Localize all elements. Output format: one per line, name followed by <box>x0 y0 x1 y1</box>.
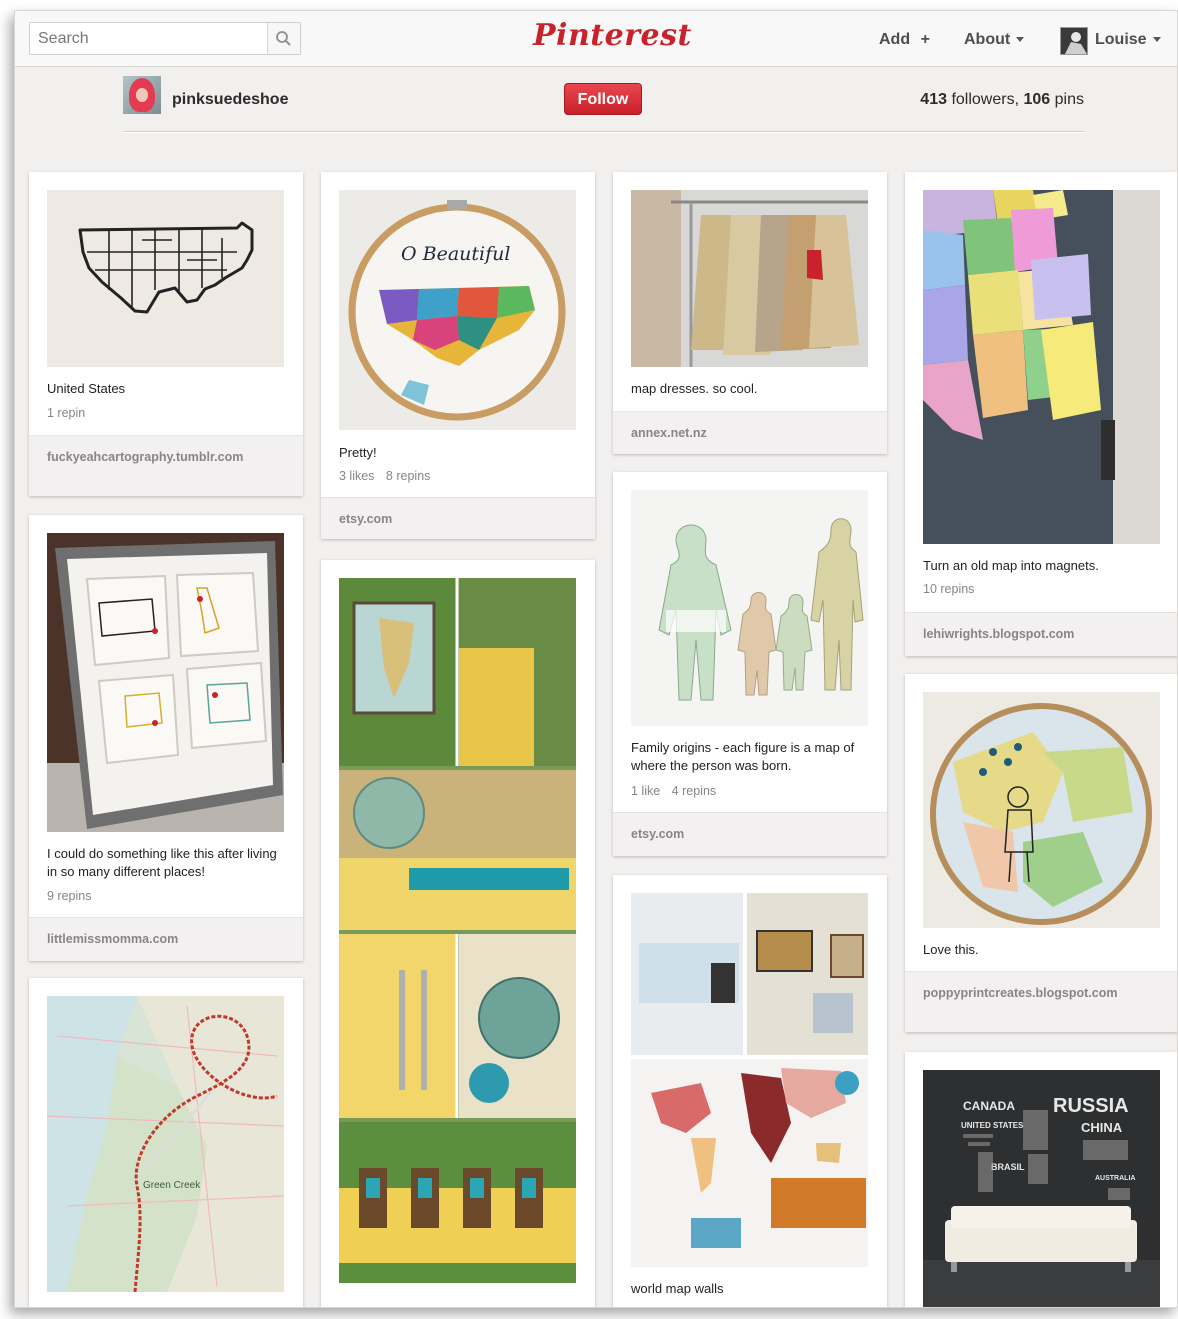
like-count: 1 like <box>631 784 661 798</box>
about-label: About <box>964 31 1011 48</box>
pin-source-link[interactable]: etsy.com <box>321 497 595 539</box>
pin-stats: 3 likes 8 repins <box>339 469 438 483</box>
pin-description: Love this. <box>923 942 979 957</box>
embroidery-text: O Beautiful <box>401 243 510 265</box>
pin-card[interactable]: Family origins - each figure is a map of… <box>613 472 887 856</box>
map-label-text: Green Creek <box>143 1180 201 1191</box>
pin-source-link[interactable]: littlemissmomma.com <box>29 917 303 961</box>
plus-icon: + <box>920 31 930 48</box>
pin-source-link[interactable]: etsy.com <box>613 812 887 856</box>
avatar-silhouette-icon <box>1061 28 1087 54</box>
pin-card[interactable]: Turn an old map into magnets. 10 repins … <box>905 172 1177 656</box>
pin-image-us-outline[interactable] <box>47 190 284 367</box>
pin-image-map-dresses[interactable] <box>631 190 868 367</box>
about-menu[interactable]: About <box>964 31 1025 49</box>
pin-image-framed-states[interactable] <box>47 533 284 832</box>
pin-card[interactable]: Love this. poppyprintcreates.blogspot.co… <box>905 674 1177 1032</box>
pin-description: Turn an old map into magnets. <box>923 558 1099 573</box>
pinterest-logo[interactable]: Pinterest <box>533 18 692 53</box>
pin-image-family-figures[interactable] <box>631 490 868 726</box>
wall-word: RUSSIA <box>1053 1095 1129 1117</box>
pin-card[interactable]: O Beautiful Pretty! 3 likes 8 repins ets… <box>321 172 595 539</box>
follow-button[interactable]: Follow <box>564 83 642 115</box>
browser-frame: Pinterest Add + About Louise pinksuedesh… <box>14 10 1178 1308</box>
pin-description: I could do something like this after liv… <box>47 846 277 879</box>
user-name: Louise <box>1095 31 1147 48</box>
pin-image-embroidery-hoop[interactable]: O Beautiful <box>339 190 576 430</box>
pin-card[interactable] <box>321 560 595 1307</box>
pin-stats: 10 repins <box>923 582 982 596</box>
pin-description: map dresses. so cool. <box>631 381 758 396</box>
pins-label: pins <box>1054 91 1084 108</box>
pin-description: United States <box>47 381 126 396</box>
repin-count: 4 repins <box>671 784 717 798</box>
search-box <box>29 22 301 55</box>
pin-card[interactable]: RUSSIA CANADA CHINA UNITED STATES BRASIL… <box>905 1052 1177 1307</box>
profile-avatar[interactable] <box>123 76 161 114</box>
pin-card[interactable]: I could do something like this after liv… <box>29 515 303 961</box>
add-menu[interactable]: Add + <box>879 31 930 49</box>
repin-count: 9 repins <box>47 889 92 903</box>
repin-count: 10 repins <box>923 582 975 596</box>
profile-divider <box>123 131 1085 133</box>
wall-word: AUSTRALIA <box>1095 1175 1135 1182</box>
pin-card[interactable]: map dresses. so cool. annex.net.nz <box>613 172 887 454</box>
pin-card[interactable]: United States 1 repin fuckyeahcartograph… <box>29 172 303 496</box>
user-menu[interactable]: Louise <box>1095 31 1161 49</box>
profile-bar: pinksuedeshoe Follow 413 followers, 106 … <box>15 67 1177 131</box>
search-input[interactable] <box>30 23 268 54</box>
pin-description: Family origins - each figure is a map of… <box>631 740 855 773</box>
pin-source-link[interactable]: poppyprintcreates.blogspot.com <box>905 971 1177 1032</box>
chevron-down-icon <box>1016 37 1025 43</box>
user-avatar[interactable] <box>1060 27 1088 55</box>
search-button[interactable] <box>267 23 300 54</box>
followers-count: 413 <box>920 91 947 108</box>
profile-stats: 413 followers, 106 pins <box>920 91 1084 109</box>
chevron-down-icon <box>1152 37 1161 43</box>
pin-stats: 1 like 4 repins <box>631 784 724 798</box>
wall-word: BRASIL <box>991 1162 1025 1172</box>
pin-source-link[interactable]: lehiwrights.blogspot.com <box>905 612 1177 656</box>
pin-stats: 9 repins <box>47 889 99 903</box>
pin-image-map-table-collage[interactable] <box>339 578 576 1283</box>
pin-card[interactable]: Green Creek <box>29 978 303 1307</box>
followers-label: followers, <box>951 91 1020 108</box>
profile-username[interactable]: pinksuedeshoe <box>172 91 288 109</box>
pin-source-link[interactable]: fuckyeahcartography.tumblr.com <box>29 435 303 496</box>
pin-image-map-magnets[interactable] <box>923 190 1160 544</box>
search-icon <box>276 31 291 46</box>
repin-count: 1 repin <box>47 406 86 420</box>
pin-stats: 1 repin <box>47 406 93 420</box>
like-count: 3 likes <box>339 469 375 483</box>
pin-description: Pretty! <box>339 445 377 460</box>
pin-card[interactable]: world map walls <box>613 875 887 1307</box>
pin-image-typographic-world-map[interactable]: RUSSIA CANADA CHINA UNITED STATES BRASIL… <box>923 1070 1160 1307</box>
pin-image-stitched-map[interactable]: Green Creek <box>47 996 284 1292</box>
pin-source-link[interactable]: annex.net.nz <box>613 411 887 454</box>
add-label: Add <box>879 31 911 48</box>
wall-word: CHINA <box>1081 1120 1123 1135</box>
repin-count: 8 repins <box>385 469 431 483</box>
pin-description: world map walls <box>631 1281 724 1296</box>
pin-image-map-hoop-art[interactable] <box>923 692 1160 928</box>
pins-count: 106 <box>1023 91 1051 108</box>
wall-word: CANADA <box>963 1099 1015 1113</box>
top-navigation-bar: Pinterest Add + About Louise <box>15 11 1177 67</box>
wall-word: UNITED STATES <box>961 1121 1024 1130</box>
pin-image-world-map-walls[interactable] <box>631 893 868 1267</box>
